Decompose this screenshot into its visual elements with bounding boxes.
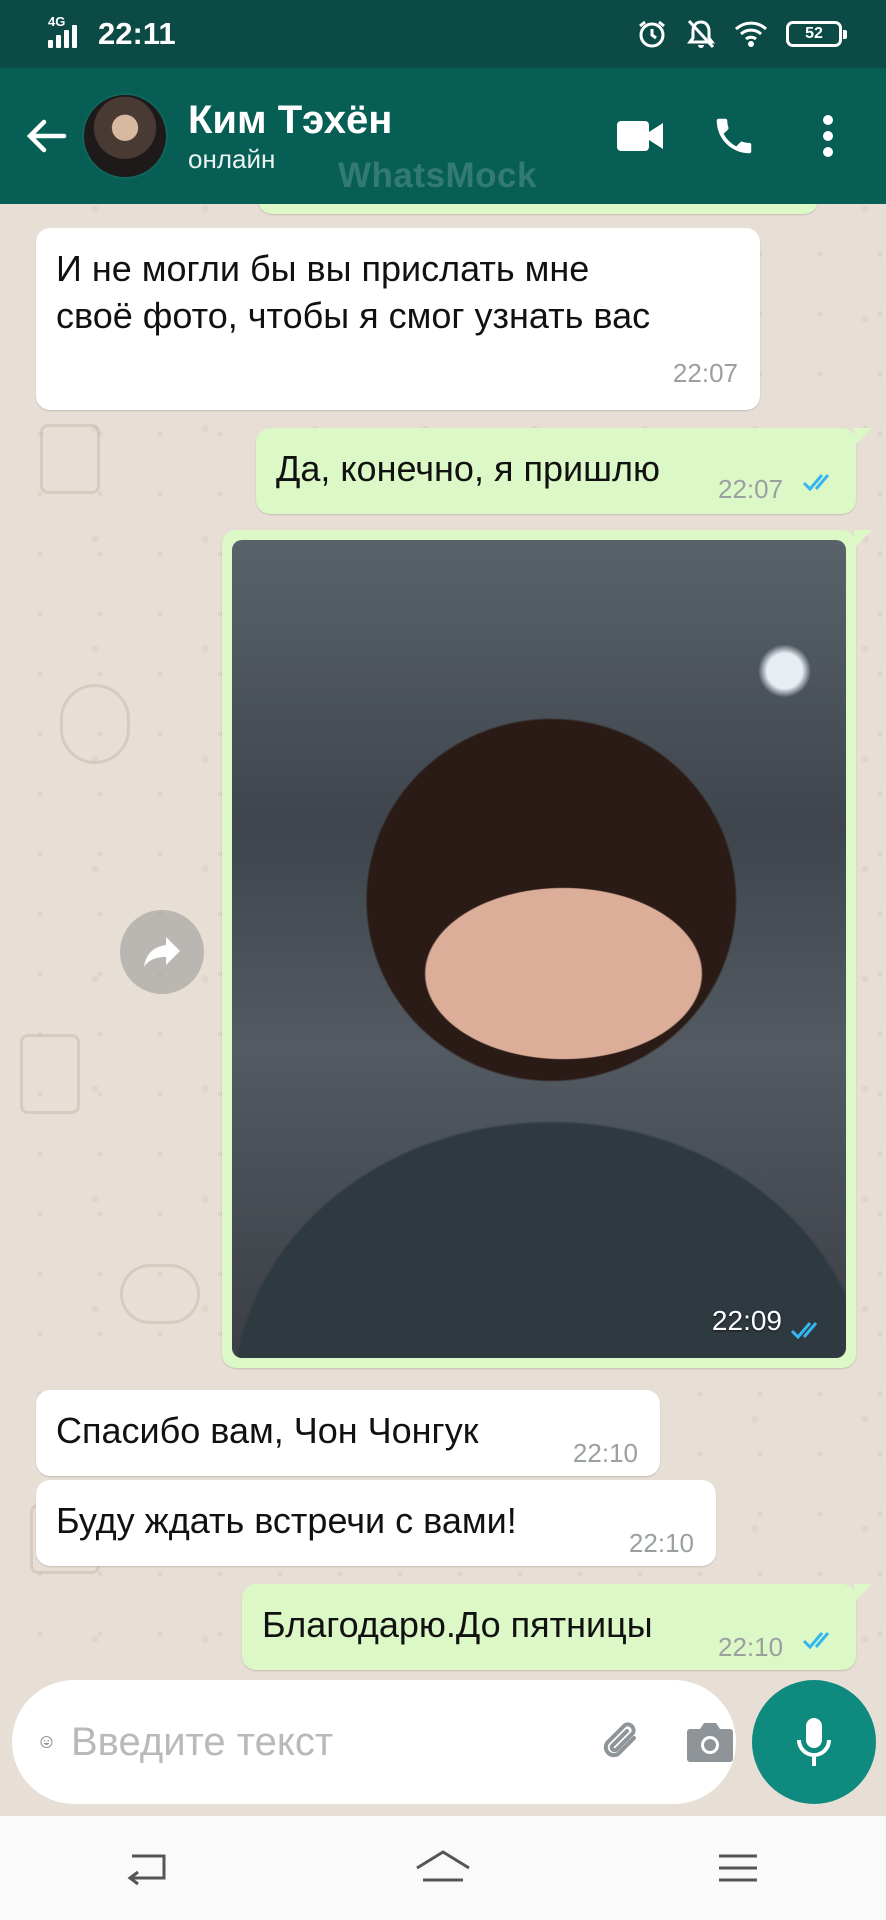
contact-avatar[interactable] bbox=[82, 93, 168, 179]
system-nav-bar bbox=[0, 1816, 886, 1920]
nav-menu-button[interactable] bbox=[693, 1833, 783, 1903]
more-vertical-icon bbox=[823, 115, 833, 157]
emoji-icon[interactable] bbox=[40, 1716, 53, 1768]
photo-message-bubble[interactable]: 22:09 bbox=[222, 530, 872, 1368]
background-doodle bbox=[60, 684, 130, 764]
attach-button[interactable] bbox=[596, 1712, 648, 1772]
network-type: 4G bbox=[48, 14, 66, 29]
background-doodle bbox=[20, 1034, 80, 1114]
status-time: 22:11 bbox=[98, 16, 176, 51]
video-call-button[interactable] bbox=[602, 98, 678, 174]
status-bar: 4G 22:11 52 bbox=[0, 0, 886, 68]
message-bubble-outgoing[interactable]: Благодарю.До пятницы 22:10 bbox=[242, 1584, 872, 1670]
nav-back-button[interactable] bbox=[103, 1833, 193, 1903]
message-time: 22:09 bbox=[711, 1305, 782, 1336]
more-options-button[interactable] bbox=[790, 98, 866, 174]
voice-message-button[interactable] bbox=[752, 1680, 876, 1804]
message-input[interactable] bbox=[71, 1707, 586, 1777]
read-receipt-icon bbox=[802, 1632, 830, 1650]
read-receipt-icon bbox=[802, 474, 830, 492]
message-bubble-incoming[interactable]: Буду ждать встречи с вами! 22:10 bbox=[36, 1480, 716, 1566]
message-text: И не могли бы вы прислать мне bbox=[56, 248, 590, 289]
message-time: 22:10 bbox=[718, 1632, 784, 1662]
forward-button[interactable] bbox=[120, 910, 204, 994]
back-arrow-icon bbox=[26, 119, 67, 153]
message-bubble-incoming[interactable]: И не могли бы вы прислать мне своё фото,… bbox=[36, 228, 760, 410]
message-text: Буду ждать встречи с вами! bbox=[56, 1500, 517, 1541]
notifications-off-icon bbox=[687, 19, 715, 49]
message-bubble-outgoing[interactable]: Да, конечно, я пришлю 22:07 bbox=[256, 428, 872, 514]
alarm-icon bbox=[639, 20, 665, 48]
attach-icon bbox=[603, 1722, 636, 1758]
camera-button[interactable] bbox=[684, 1712, 736, 1772]
battery-level: 52 bbox=[805, 25, 823, 42]
contact-name: Ким Тэхён bbox=[188, 98, 393, 142]
menu-nav-icon bbox=[719, 1854, 758, 1882]
chat-area[interactable]: И не могли бы вы прислать мне своё фото,… bbox=[0, 204, 886, 1678]
back-nav-icon bbox=[127, 1854, 166, 1886]
message-composer bbox=[12, 1680, 736, 1804]
home-nav-icon bbox=[416, 1850, 470, 1882]
selfie-photo[interactable] bbox=[232, 540, 846, 1358]
message-text: Спасибо вам, Чон Чонгук bbox=[56, 1410, 479, 1451]
message-time: 22:10 bbox=[572, 1438, 638, 1468]
forward-icon bbox=[144, 937, 180, 967]
wifi-icon bbox=[734, 21, 768, 47]
message-time: 22:07 bbox=[672, 358, 738, 388]
signal-icon: 4G bbox=[44, 14, 84, 54]
phone-icon bbox=[716, 118, 752, 154]
background-doodle bbox=[40, 424, 100, 494]
message-time: 22:10 bbox=[628, 1528, 694, 1558]
read-receipt-icon bbox=[790, 1322, 818, 1340]
battery-icon: 52 bbox=[786, 21, 847, 47]
previous-message-bubble bbox=[258, 204, 818, 214]
message-text: Благодарю.До пятницы bbox=[262, 1604, 653, 1645]
message-bubble-incoming[interactable]: Спасибо вам, Чон Чонгук 22:10 bbox=[36, 1390, 660, 1476]
watermark: WhatsMock bbox=[338, 156, 537, 195]
back-button[interactable] bbox=[16, 106, 76, 166]
message-text: Да, конечно, я пришлю bbox=[276, 448, 660, 489]
background-doodle bbox=[120, 1264, 200, 1324]
voice-call-button[interactable] bbox=[696, 98, 772, 174]
message-text: своё фото, чтобы я смог узнать вас bbox=[56, 295, 651, 336]
video-call-icon bbox=[617, 121, 663, 151]
mic-icon bbox=[797, 1718, 831, 1766]
message-time: 22:07 bbox=[718, 474, 784, 504]
nav-home-button[interactable] bbox=[398, 1833, 488, 1903]
camera-icon bbox=[687, 1723, 733, 1762]
